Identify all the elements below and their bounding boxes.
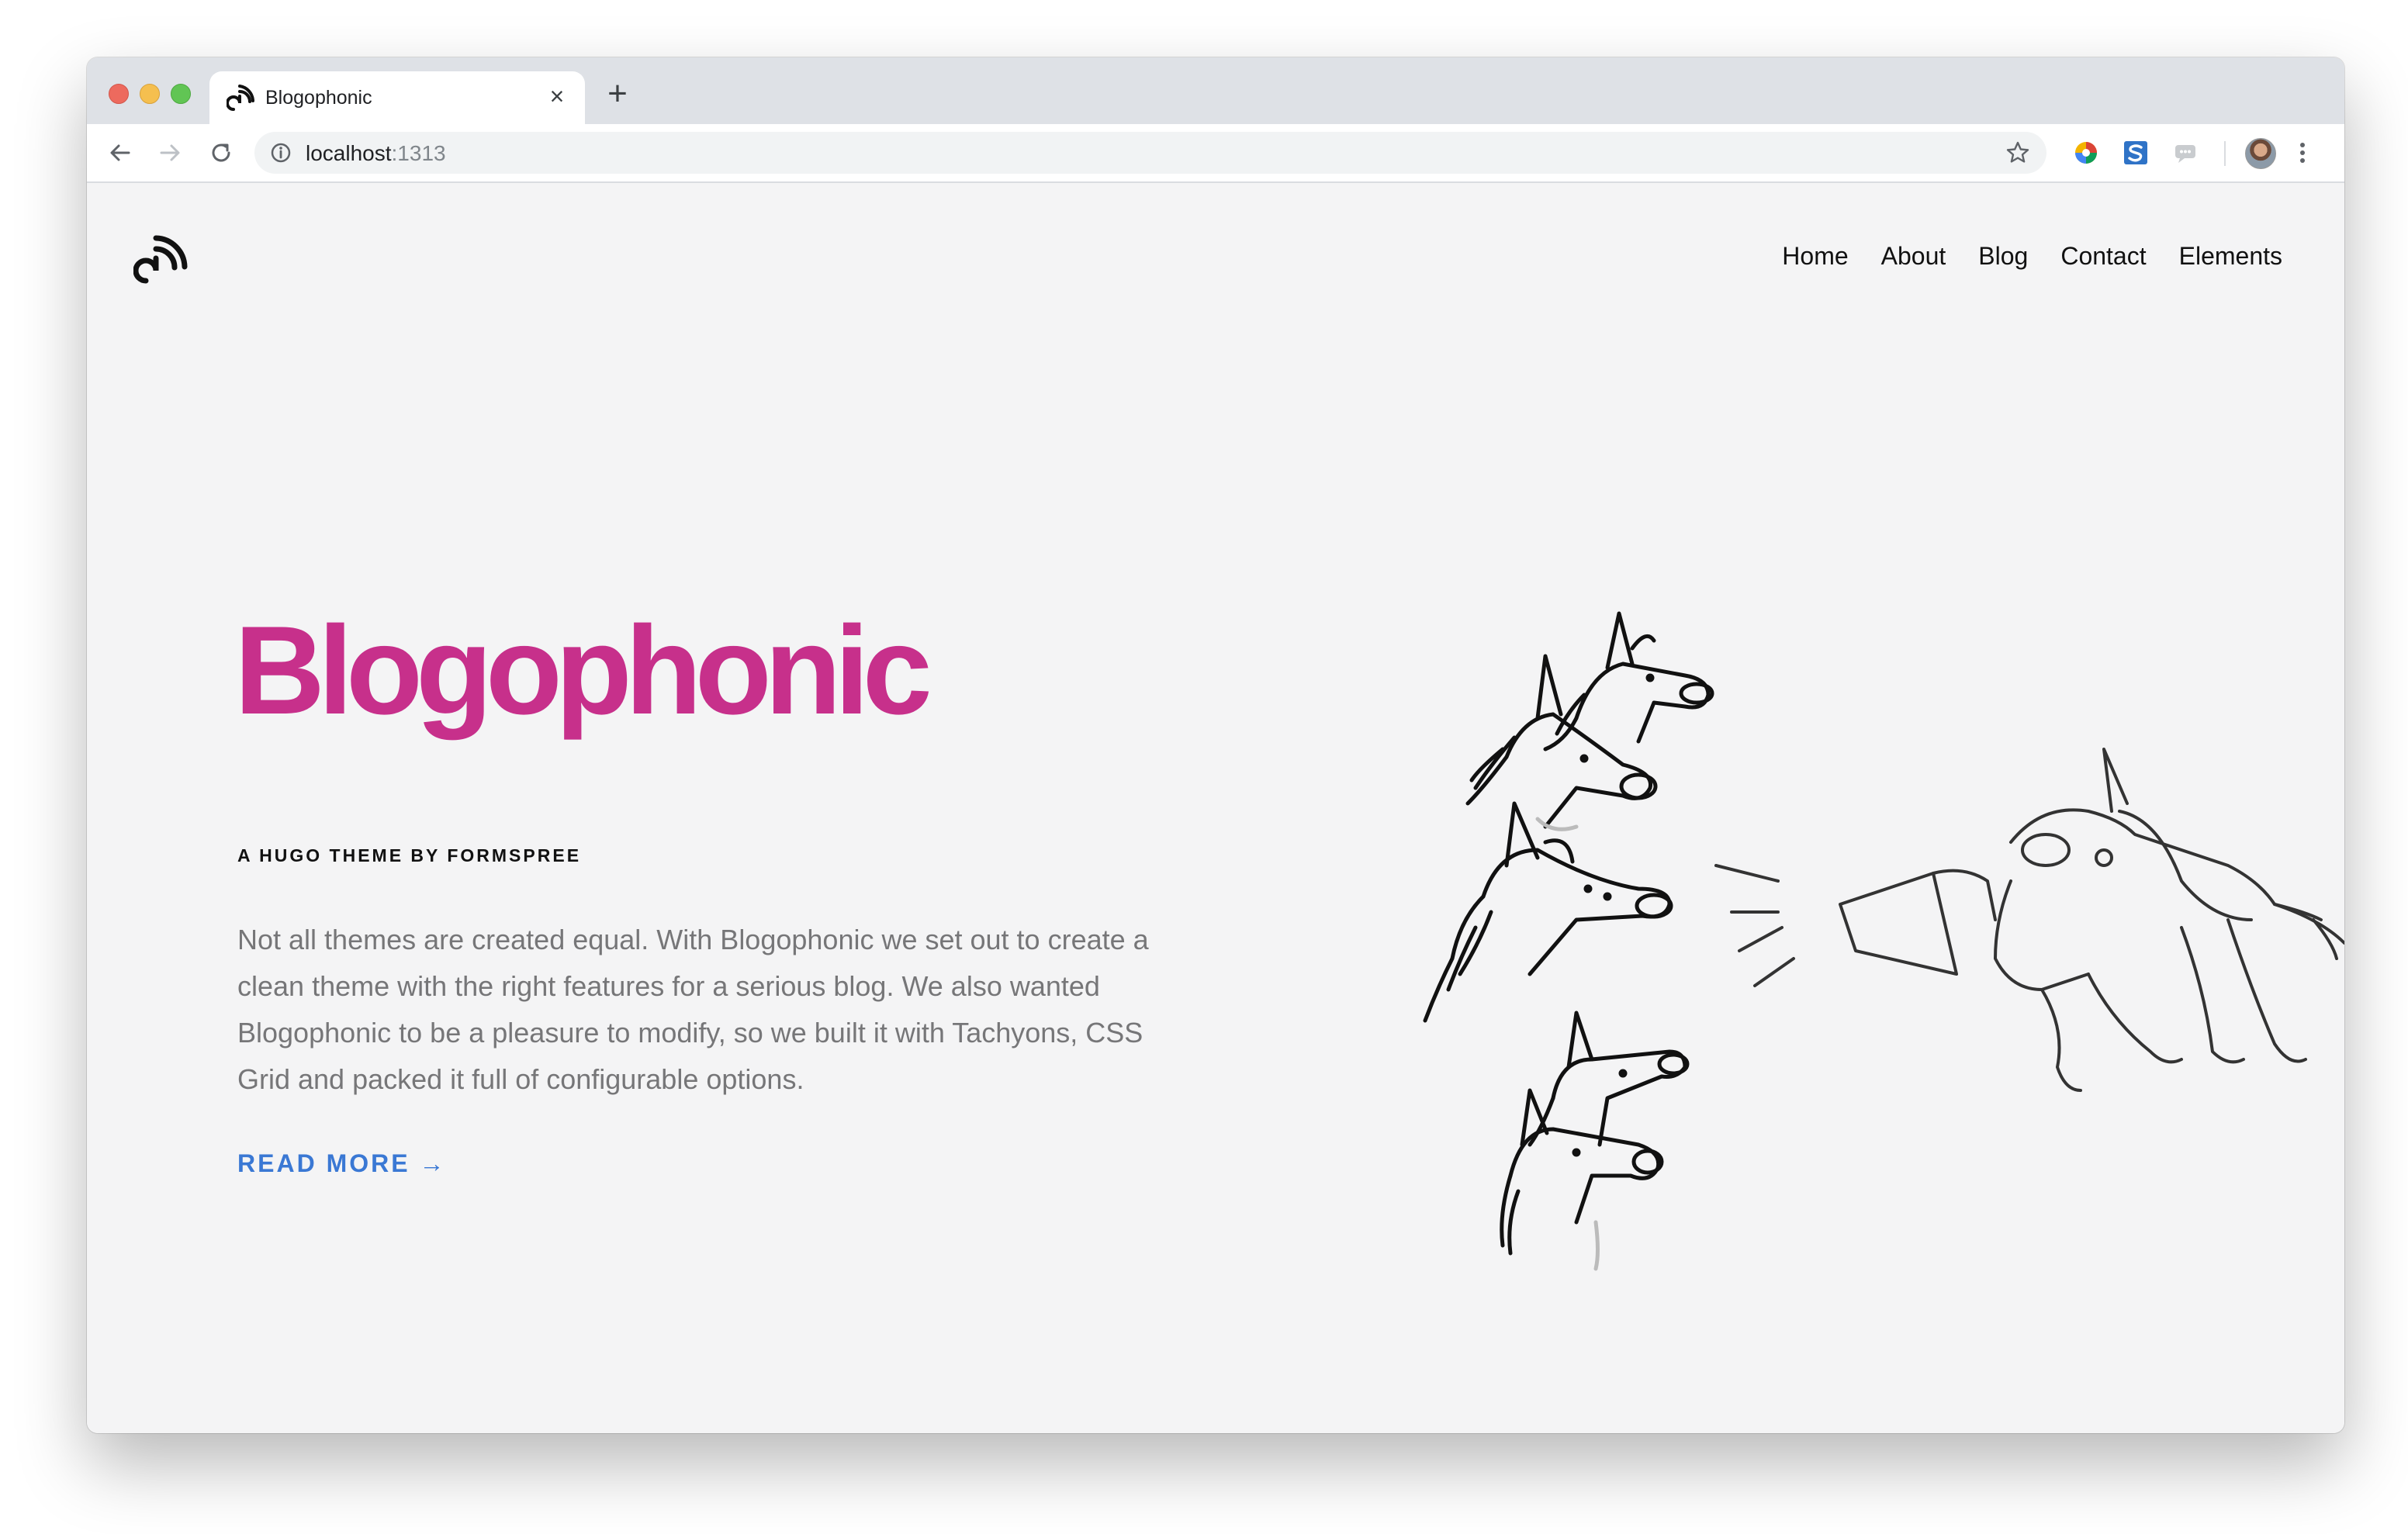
web-page: Home About Blog Contact Elements Blogoph…	[87, 183, 2344, 1433]
unicorn-megaphone-illustration	[1423, 611, 2344, 1271]
browser-tab[interactable]: Blogophonic ×	[209, 71, 585, 124]
s-extension-icon[interactable]	[2123, 140, 2149, 166]
megaphone-unicorn	[1714, 748, 2344, 1092]
browser-toolbar: localhost:1313	[87, 124, 2344, 183]
main-nav: Home About Blog Contact Elements	[1749, 242, 2282, 271]
hero-title: Blogophonic	[234, 600, 932, 741]
profile-avatar[interactable]	[2245, 138, 2276, 169]
nav-blog[interactable]: Blog	[1978, 242, 2028, 271]
chat-extension-icon[interactable]	[2172, 140, 2199, 166]
tab-strip: Blogophonic × +	[87, 57, 2344, 124]
new-tab-button[interactable]: +	[602, 77, 633, 111]
color-wheel-extension-icon[interactable]	[2073, 140, 2099, 166]
unicorn-head-4	[1527, 1011, 1690, 1147]
tab-title: Blogophonic	[265, 87, 372, 109]
arrow-left-icon	[110, 144, 130, 161]
nav-home[interactable]: Home	[1782, 242, 1848, 271]
menu-kebab-icon[interactable]	[2287, 136, 2318, 169]
maximize-window-button[interactable]	[171, 84, 191, 104]
rss-icon	[227, 85, 254, 111]
reload-button[interactable]	[200, 132, 242, 174]
rss-icon[interactable]	[133, 230, 189, 285]
unicorn-head-1	[1543, 611, 1714, 751]
read-more-link[interactable]: READ MORE →	[237, 1149, 446, 1178]
toolbar-separator	[2224, 141, 2226, 166]
reload-icon	[212, 143, 230, 162]
nav-elements[interactable]: Elements	[2179, 242, 2282, 271]
unicorn-head-2	[1465, 654, 1658, 831]
hero-subtitle: A HUGO THEME BY FORMSPREE	[237, 845, 582, 865]
unicorn-head-5	[1500, 1088, 1664, 1271]
address-bar[interactable]: localhost:1313	[254, 132, 2046, 174]
arrow-right-icon	[160, 144, 180, 161]
close-window-button[interactable]	[109, 84, 129, 104]
bookmark-star-icon[interactable]	[2005, 140, 2031, 166]
close-tab-icon[interactable]: ×	[543, 82, 571, 110]
url-host: localhost	[306, 141, 392, 165]
info-icon[interactable]	[270, 142, 292, 164]
forward-button[interactable]	[149, 132, 191, 174]
browser-window: Blogophonic × + localhost:1313 Home Abou…	[87, 57, 2344, 1433]
back-button[interactable]	[99, 132, 141, 174]
unicorn-head-3	[1423, 801, 1673, 1023]
nav-about[interactable]: About	[1881, 242, 1946, 271]
url-port: :1313	[391, 141, 446, 165]
hero-description: Not all themes are created equal. With B…	[237, 924, 1149, 1095]
url-text[interactable]: localhost:1313	[306, 141, 446, 166]
minimize-window-button[interactable]	[140, 84, 160, 104]
nav-contact[interactable]: Contact	[2060, 242, 2146, 271]
